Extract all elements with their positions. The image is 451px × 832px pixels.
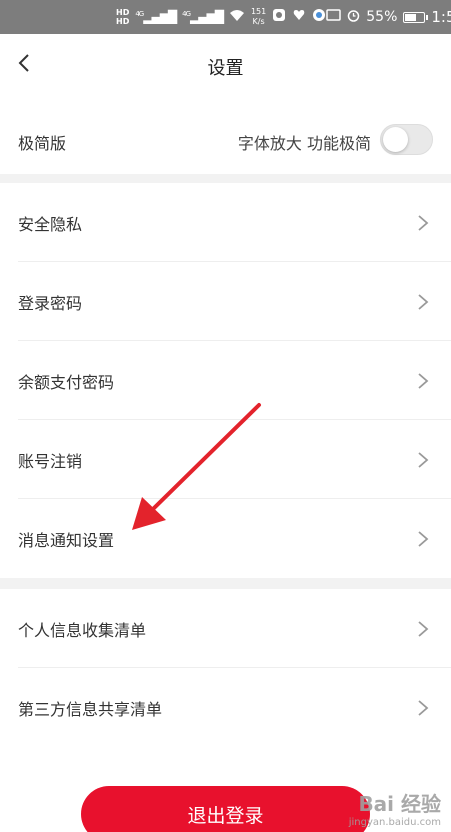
status-left: HD HD 4G▂▄▆█ 4G▂▄▆█ 151 K/s xyxy=(116,7,326,27)
hd-indicator: HD HD xyxy=(116,8,129,26)
page-title: 设置 xyxy=(207,58,244,79)
app-notification-icon xyxy=(272,8,286,26)
watermark-sub: jingyan.baidu.com xyxy=(348,817,441,828)
header: 设置 xyxy=(0,34,451,98)
settings-item-payment-password[interactable]: 余额支付密码 xyxy=(0,341,451,420)
settings-item-login-password[interactable]: 登录密码 xyxy=(0,262,451,341)
watermark-main: Bai 经验 xyxy=(358,792,441,816)
alarm-icon xyxy=(347,9,360,26)
simple-mode-toggle[interactable] xyxy=(380,124,433,155)
simple-mode-description: 字体放大 功能极简 xyxy=(237,134,371,153)
chevron-right-icon xyxy=(418,452,429,468)
heart-icon xyxy=(292,8,306,26)
cast-icon xyxy=(326,8,341,26)
hd-bottom: HD xyxy=(116,17,130,26)
settings-item-label: 账号注销 xyxy=(18,451,83,471)
settings-item-label: 消息通知设置 xyxy=(18,530,115,550)
settings-item-label: 安全隐私 xyxy=(18,214,83,234)
settings-item-label: 第三方信息共享清单 xyxy=(18,699,163,719)
settings-item-third-party-sharing-list[interactable]: 第三方信息共享清单 xyxy=(0,668,451,747)
chevron-right-icon xyxy=(418,700,429,716)
battery-percent: 55% xyxy=(366,9,398,25)
status-bar: HD HD 4G▂▄▆█ 4G▂▄▆█ 151 K/s 55% 1:5 xyxy=(0,0,451,34)
chevron-right-icon xyxy=(418,215,429,231)
settings-item-label: 余额支付密码 xyxy=(18,372,115,392)
battery-icon xyxy=(403,11,429,23)
settings-section-info: 个人信息收集清单 第三方信息共享清单 xyxy=(0,589,451,747)
settings-item-personal-info-list[interactable]: 个人信息收集清单 xyxy=(0,589,451,668)
status-right: 55% 1:53 xyxy=(326,8,451,26)
simple-mode-row: 极简版 字体放大 功能极简 xyxy=(0,98,451,174)
simple-mode-label: 极简版 xyxy=(18,134,67,153)
chevron-right-icon xyxy=(418,621,429,637)
wifi-icon xyxy=(229,9,245,26)
shield-icon xyxy=(312,8,326,26)
settings-item-notification-settings[interactable]: 消息通知设置 xyxy=(0,499,451,578)
clock: 1:53 xyxy=(431,8,451,26)
settings-item-label: 个人信息收集清单 xyxy=(18,620,147,640)
chevron-right-icon xyxy=(418,531,429,547)
toggle-knob xyxy=(383,127,408,152)
settings-item-label: 登录密码 xyxy=(18,293,83,313)
logout-button[interactable]: 退出登录 xyxy=(81,786,370,832)
signal-icon-2: 4G▂▄▆█ xyxy=(182,10,224,24)
settings-item-security-privacy[interactable]: 安全隐私 xyxy=(0,183,451,262)
chevron-right-icon xyxy=(418,373,429,389)
hd-top: HD xyxy=(116,8,130,17)
baidu-watermark: Bai 经验 jingyan.baidu.com xyxy=(349,788,441,828)
chevron-right-icon xyxy=(418,294,429,310)
settings-section-account: 安全隐私 登录密码 余额支付密码 账号注销 消息通知设置 xyxy=(0,183,451,578)
network-speed: 151 K/s xyxy=(250,7,267,26)
settings-item-account-deletion[interactable]: 账号注销 xyxy=(0,420,451,499)
signal-icon: 4G▂▄▆█ xyxy=(135,10,177,24)
